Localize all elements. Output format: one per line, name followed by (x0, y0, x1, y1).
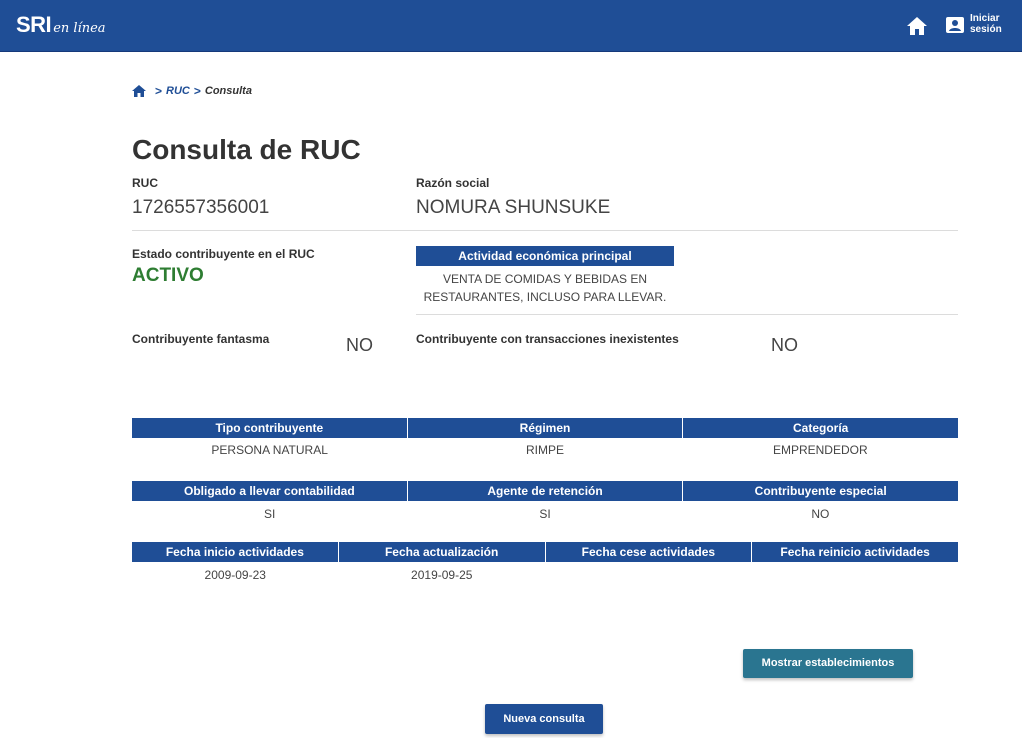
breadcrumb: > RUC > Consulta (131, 84, 252, 98)
actividad-value: VENTA DE COMIDAS Y BEBIDAS EN RESTAURANT… (416, 270, 674, 306)
table-cell (545, 566, 752, 584)
section-divider (416, 314, 958, 315)
breadcrumb-ruc-link[interactable]: RUC (166, 85, 190, 97)
page-title: Consulta de RUC (132, 134, 361, 165)
section-divider (132, 230, 958, 231)
table-row: PERSONA NATURAL RIMPE EMPRENDEDOR (132, 441, 958, 459)
breadcrumb-home-icon[interactable] (131, 84, 147, 98)
razon-social-label: Razón social (416, 176, 490, 190)
table-cell (752, 566, 959, 584)
ruc-label: RUC (132, 176, 158, 190)
mostrar-establecimientos-button[interactable]: Mostrar establecimientos (743, 649, 913, 678)
table-header-cell: Fecha inicio actividades (132, 542, 339, 562)
login-link[interactable]: Iniciar sesión (970, 13, 1014, 35)
table-row: 2009-09-23 2019-09-25 (132, 566, 958, 584)
home-icon[interactable] (906, 16, 928, 36)
contribuyente-table-header: Tipo contribuyente Régimen Categoría (132, 418, 958, 438)
actividad-line2: RESTAURANTES, INCLUSO PARA LLEVAR. (423, 290, 667, 304)
table-header-cell: Agente de retención (408, 481, 684, 501)
table-header-cell: Categoría (793, 421, 849, 435)
table-header-cell: Fecha reinicio actividades (780, 545, 930, 559)
estado-label: Estado contribuyente en el RUC (132, 247, 315, 261)
login-label-line2: sesión (970, 24, 1002, 35)
fechas-table-header: Fecha inicio actividades Fecha actualiza… (132, 542, 958, 562)
table-cell: 2009-09-23 (204, 568, 266, 582)
table-header-cell: Régimen (408, 418, 684, 438)
table-row: SI SI NO (132, 505, 958, 523)
chevron-right-icon: > (193, 84, 201, 98)
fantasma-value: NO (346, 335, 373, 355)
table-cell: 2019-09-25 (411, 568, 473, 582)
table-header-cell: Obligado a llevar contabilidad (132, 481, 408, 501)
table-header-cell: Contribuyente especial (754, 484, 887, 498)
nueva-consulta-button[interactable]: Nueva consulta (485, 704, 603, 734)
table-header-cell: Tipo contribuyente (132, 418, 408, 438)
ruc-value: 1726557356001 (132, 197, 270, 218)
sri-logo[interactable]: SRI en línea (16, 12, 106, 38)
table-cell: NO (811, 507, 830, 521)
logo-sub-text: en línea (53, 21, 106, 36)
chevron-right-icon: > (155, 84, 163, 98)
user-card-icon[interactable] (944, 15, 966, 35)
inexistentes-value: NO (771, 335, 798, 355)
table-cell: PERSONA NATURAL (211, 443, 328, 457)
razon-social-value: NOMURA SHUNSUKE (416, 197, 611, 218)
actividad-line1: VENTA DE COMIDAS Y BEBIDAS EN (442, 272, 648, 286)
table-cell: RIMPE (525, 443, 564, 457)
breadcrumb-current: Consulta (204, 85, 252, 97)
table-header-cell: Fecha actualización (339, 542, 546, 562)
login-label-line1: Iniciar (970, 13, 1000, 24)
table-cell: SI (539, 507, 551, 521)
estado-value: ACTIVO (132, 265, 204, 286)
fantasma-label: Contribuyente fantasma (132, 332, 270, 346)
table-header-cell: Fecha cese actividades (546, 542, 753, 562)
logo-main-text: SRI (16, 12, 52, 37)
inexistentes-label: Contribuyente con transacciones inexiste… (416, 332, 679, 346)
actividad-header: Actividad económica principal (416, 246, 674, 266)
table-cell: SI (263, 507, 276, 521)
obligaciones-table-header: Obligado a llevar contabilidad Agente de… (132, 481, 958, 501)
table-cell: EMPRENDEDOR (772, 443, 868, 457)
top-navigation-bar: SRI en línea Iniciar sesión (0, 0, 1022, 52)
